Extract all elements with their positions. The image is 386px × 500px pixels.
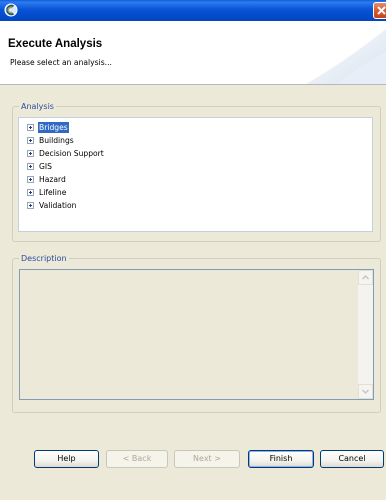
tree-item-validation[interactable]: Validation (27, 200, 78, 211)
description-group: Description (12, 253, 381, 413)
close-button[interactable] (373, 2, 386, 19)
description-text-area[interactable] (19, 269, 374, 400)
tree-item-decision-support[interactable]: Decision Support (27, 148, 105, 159)
next-button[interactable]: Next > (174, 450, 240, 468)
plus-expander-icon[interactable] (27, 176, 34, 183)
header-banner-graphic (306, 29, 386, 84)
tree-item-label: Lifeline (39, 188, 67, 197)
app-icon (4, 3, 18, 17)
description-scrollbar[interactable] (358, 270, 373, 399)
analysis-group: Analysis Bridges Buildings Decision Supp… (12, 101, 381, 242)
scroll-down-arrow-icon (361, 389, 370, 395)
tree-item-lifeline[interactable]: Lifeline (27, 187, 67, 198)
wizard-header: Execute Analysis Please select an analys… (0, 21, 386, 85)
back-button[interactable]: < Back (106, 450, 168, 468)
wizard-window: Execute Analysis Please select an analys… (0, 0, 386, 500)
description-group-label: Description (19, 253, 69, 264)
analysis-group-label: Analysis (19, 101, 56, 112)
scroll-up-button[interactable] (358, 270, 373, 285)
plus-expander-icon[interactable] (27, 202, 34, 209)
page-message: Please select an analysis... (10, 58, 112, 67)
page-title: Execute Analysis (8, 38, 103, 50)
tree-item-label: Hazard (39, 175, 66, 184)
plus-expander-icon[interactable] (27, 124, 34, 131)
help-button[interactable]: Help (34, 450, 99, 468)
tree-item-buildings[interactable]: Buildings (27, 135, 75, 146)
analysis-tree[interactable]: Bridges Buildings Decision Support GIS H… (18, 117, 373, 232)
tree-item-label: Decision Support (39, 149, 104, 158)
tree-item-hazard[interactable]: Hazard (27, 174, 67, 185)
tree-item-gis[interactable]: GIS (27, 161, 53, 172)
title-bar[interactable] (0, 0, 386, 21)
tree-item-label: GIS (39, 162, 52, 171)
tree-item-label: Validation (39, 201, 77, 210)
tree-item-bridges[interactable]: Bridges (27, 122, 69, 133)
tree-item-label: Buildings (39, 136, 74, 145)
plus-expander-icon[interactable] (27, 189, 34, 196)
scroll-down-button[interactable] (358, 384, 373, 399)
plus-expander-icon[interactable] (27, 163, 34, 170)
plus-expander-icon[interactable] (27, 137, 34, 144)
scroll-up-arrow-icon (361, 274, 370, 280)
cancel-button[interactable]: Cancel (320, 450, 384, 468)
finish-button[interactable]: Finish (248, 450, 314, 468)
close-icon (377, 6, 386, 15)
plus-expander-icon[interactable] (27, 150, 34, 157)
tree-item-label: Bridges (38, 122, 69, 133)
